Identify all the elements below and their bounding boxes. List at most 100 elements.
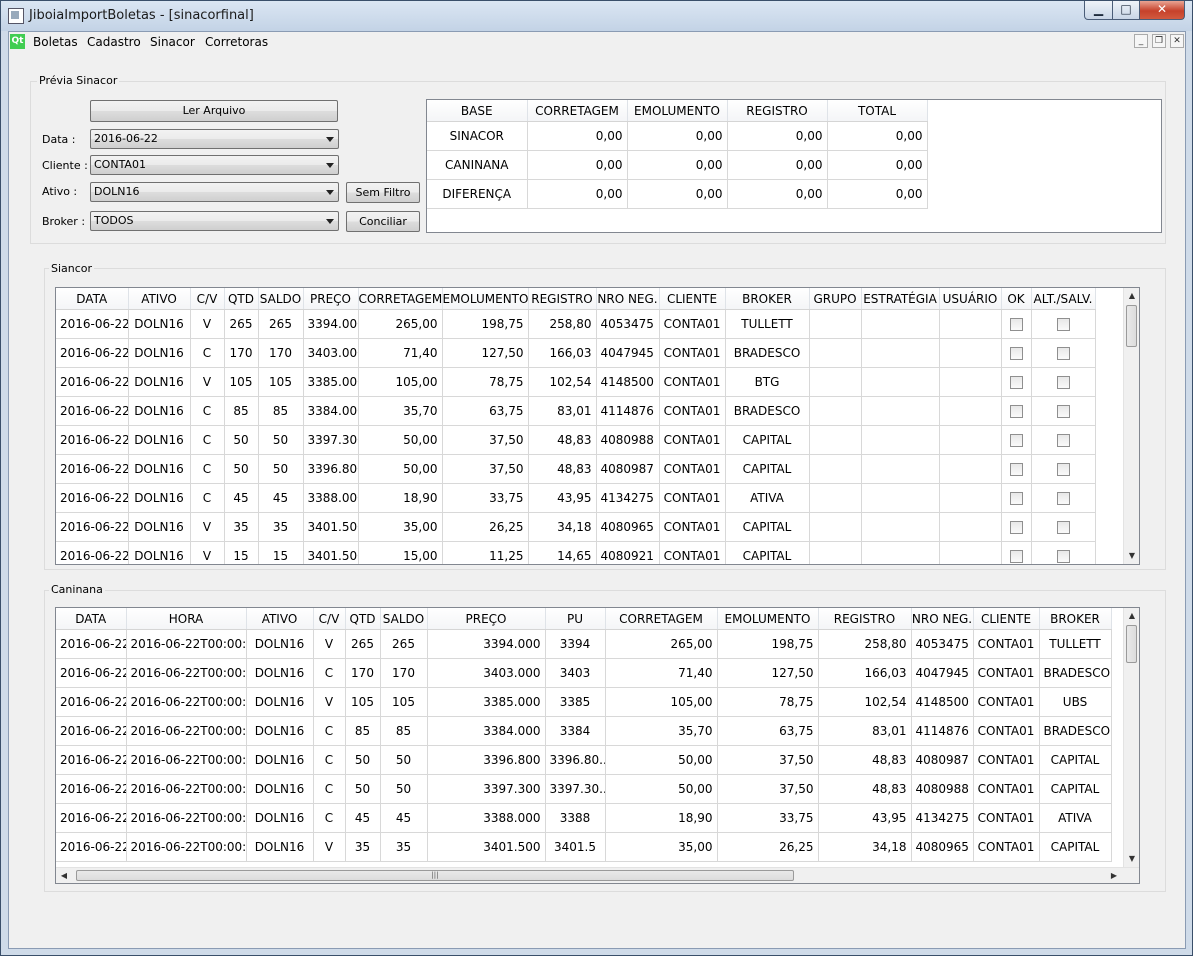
table-cell[interactable]	[861, 338, 940, 368]
table-cell[interactable]: 4148500	[596, 367, 660, 397]
table-cell[interactable]	[809, 425, 862, 455]
menu-corretoras[interactable]: Corretoras	[205, 35, 268, 49]
table-cell[interactable]: 85	[380, 716, 428, 746]
table-cell[interactable]: 26,25	[717, 832, 819, 862]
table-cell[interactable]	[939, 483, 1002, 513]
table-cell[interactable]: 3384.000	[303, 396, 359, 426]
table-cell[interactable]: 2016-06-22	[56, 803, 127, 833]
table-cell[interactable]: C	[190, 338, 225, 368]
table-cell[interactable]: 11,25	[442, 541, 529, 564]
table-cell[interactable]: V	[313, 832, 346, 862]
table-cell[interactable]: CONTA01	[659, 512, 726, 542]
table-cell[interactable]: 37,50	[442, 454, 529, 484]
table-cell[interactable]: 170	[345, 658, 381, 688]
table-cell[interactable]	[809, 338, 862, 368]
table-cell[interactable]	[939, 454, 1002, 484]
column-header[interactable]: SALDO	[258, 288, 304, 310]
column-header[interactable]: PU	[545, 608, 606, 630]
ler-arquivo-button[interactable]: Ler Arquivo	[90, 100, 338, 122]
table-cell[interactable]: CONTA01	[659, 396, 726, 426]
table-cell[interactable]: 50,00	[358, 454, 443, 484]
table-row[interactable]: 2016-06-22DOLN16V35353401.50035,0026,253…	[56, 512, 1096, 542]
table-cell[interactable]: 63,75	[717, 716, 819, 746]
checkbox[interactable]	[1056, 521, 1070, 534]
table-cell[interactable]: 105,00	[358, 367, 443, 397]
table-cell[interactable]: 2016-06-22T00:00:00	[126, 687, 247, 717]
table-cell[interactable]: CAPITAL	[725, 454, 810, 484]
table-cell[interactable]	[809, 512, 862, 542]
table-cell[interactable]: BRADESCO	[1039, 658, 1112, 688]
table-cell[interactable]: 35	[380, 832, 428, 862]
table-cell[interactable]: 43,95	[528, 483, 597, 513]
table-cell[interactable]: 15,00	[358, 541, 443, 564]
table-cell[interactable]: 2016-06-22T00:00:00	[126, 629, 247, 659]
table-cell[interactable]: 0,00	[727, 150, 828, 180]
data-combo[interactable]: 2016-06-22	[90, 129, 339, 149]
table-cell[interactable]: ATIVA	[725, 483, 810, 513]
table-cell[interactable]: CONTA01	[659, 483, 726, 513]
table-cell[interactable]: 3394.000	[303, 309, 359, 339]
table-row[interactable]: 2016-06-22DOLN16C85853384.00035,7063,758…	[56, 396, 1096, 426]
table-cell[interactable]: CONTA01	[659, 541, 726, 564]
table-cell[interactable]: 50,00	[358, 425, 443, 455]
table-cell[interactable]: CONTA01	[973, 803, 1040, 833]
table-cell[interactable]: 50	[224, 425, 259, 455]
column-header[interactable]: USUÁRIO	[939, 288, 1002, 310]
table-cell[interactable]: 2016-06-22	[56, 338, 129, 368]
table-cell[interactable]	[861, 396, 940, 426]
scroll-up-icon[interactable]: ▲	[1124, 288, 1139, 304]
table-cell[interactable]: 2016-06-22T00:00:00	[126, 716, 247, 746]
checkbox[interactable]	[1056, 550, 1070, 563]
table-cell[interactable]: SINACOR	[427, 121, 528, 151]
table-cell[interactable]: 50	[380, 745, 428, 775]
table-cell[interactable]: DOLN16	[246, 745, 314, 775]
checkbox[interactable]	[1009, 463, 1023, 476]
table-cell[interactable]: 265	[258, 309, 304, 339]
table-cell[interactable]: 0,00	[727, 121, 828, 151]
table-cell[interactable]	[809, 541, 862, 564]
table-cell[interactable]: BRADESCO	[725, 396, 810, 426]
table-cell[interactable]: CANINANA	[427, 150, 528, 180]
column-header[interactable]: EMOLUMENTO	[442, 288, 529, 310]
table-cell[interactable]: 3384.000	[427, 716, 546, 746]
table-cell[interactable]: DOLN16	[128, 425, 191, 455]
table-cell[interactable]: 48,83	[528, 425, 597, 455]
table-cell[interactable]	[809, 309, 862, 339]
table-cell[interactable]: DOLN16	[128, 454, 191, 484]
table-cell[interactable]: 170	[258, 338, 304, 368]
table-cell[interactable]: BRADESCO	[725, 338, 810, 368]
table-cell[interactable]: 3397.300	[427, 774, 546, 804]
table-cell[interactable]: 63,75	[442, 396, 529, 426]
table-cell[interactable]: 18,90	[358, 483, 443, 513]
table-cell[interactable]: V	[313, 687, 346, 717]
column-header[interactable]: TOTAL	[827, 100, 928, 122]
checkbox[interactable]	[1056, 318, 1070, 331]
table-cell[interactable]: 2016-06-22	[56, 658, 127, 688]
table-cell[interactable]: 71,40	[605, 658, 718, 688]
table-cell[interactable]: CAPITAL	[725, 541, 810, 564]
table-row[interactable]: 2016-06-22DOLN16C45453388.00018,9033,754…	[56, 483, 1096, 513]
table-cell[interactable]: 4080965	[596, 512, 660, 542]
table-cell[interactable]: 0,00	[627, 121, 728, 151]
table-cell[interactable]: C	[190, 454, 225, 484]
table-cell[interactable]: 4080987	[596, 454, 660, 484]
table-cell[interactable]: 3396.80...	[545, 745, 606, 775]
table-cell[interactable]: 3384	[545, 716, 606, 746]
column-header[interactable]: CLIENTE	[973, 608, 1040, 630]
table-cell[interactable]: 83,01	[818, 716, 912, 746]
table-cell[interactable]: CONTA01	[659, 454, 726, 484]
table-cell[interactable]: 265	[224, 309, 259, 339]
table-cell[interactable]: DIFERENÇA	[427, 179, 528, 209]
table-cell[interactable]: 4047945	[911, 658, 974, 688]
table-cell[interactable]: 35,70	[605, 716, 718, 746]
table-cell[interactable]: 2016-06-22	[56, 774, 127, 804]
table-cell[interactable]: C	[313, 803, 346, 833]
table-cell[interactable]: 127,50	[442, 338, 529, 368]
table-cell[interactable]: 4080965	[911, 832, 974, 862]
checkbox[interactable]	[1009, 492, 1023, 505]
table-cell[interactable]: DOLN16	[246, 629, 314, 659]
checkbox[interactable]	[1009, 318, 1023, 331]
table-cell[interactable]: 48,83	[818, 745, 912, 775]
table-cell[interactable]: 2016-06-22T00:00:00	[126, 803, 247, 833]
column-header[interactable]: QTD	[224, 288, 259, 310]
